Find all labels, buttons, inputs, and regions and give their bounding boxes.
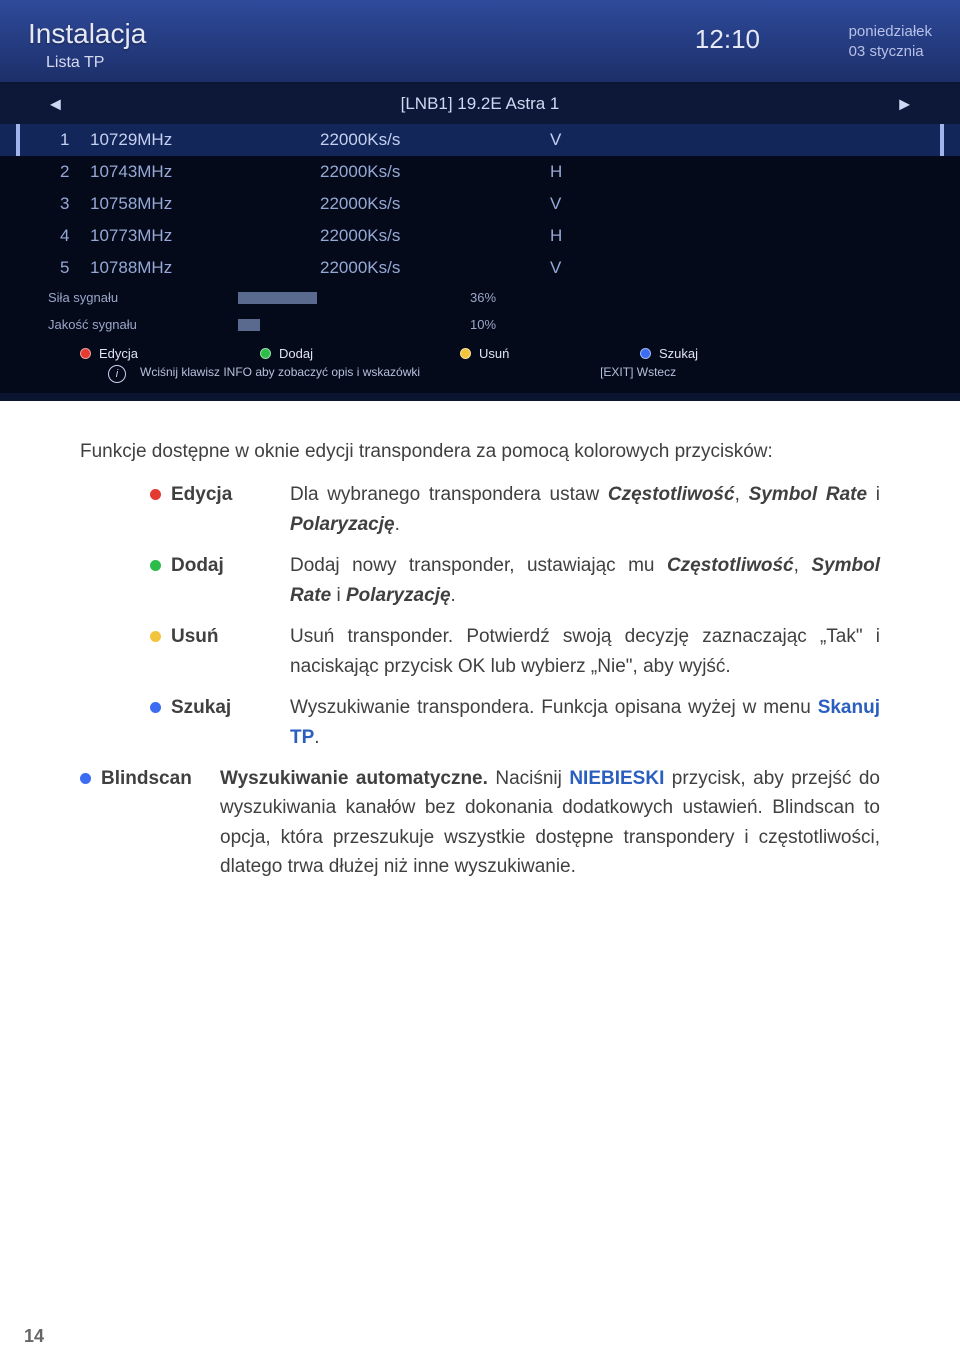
row-symbolrate: 22000Ks/s <box>320 194 550 214</box>
header-bar: Instalacja Lista TP 12:10 poniedziałek 0… <box>0 0 960 82</box>
arrow-left-icon[interactable]: ◀ <box>50 96 61 113</box>
func-edit-desc: Dla wybranego transpondera ustaw Częstot… <box>290 480 880 539</box>
row-index: 1 <box>30 130 90 150</box>
blue-dot-icon <box>150 702 161 713</box>
row-symbolrate: 22000Ks/s <box>320 226 550 246</box>
row-index: 5 <box>30 258 90 278</box>
blue-dot-icon <box>640 348 651 359</box>
signal-strength-bar <box>238 292 458 304</box>
table-row[interactable]: 110729MHz22000Ks/sV <box>0 124 960 156</box>
legend-blue[interactable]: Szukaj <box>640 346 698 361</box>
row-polarization: H <box>550 226 610 246</box>
page-title: Instalacja <box>28 18 146 50</box>
table-row[interactable]: 310758MHz22000Ks/sV <box>0 188 960 220</box>
exit-hint: [EXIT] Wstecz <box>600 365 676 383</box>
row-symbolrate: 22000Ks/s <box>320 258 550 278</box>
legend-red[interactable]: Edycja <box>80 346 260 361</box>
arrow-right-icon[interactable]: ▶ <box>899 96 910 113</box>
page-number: 14 <box>24 1326 44 1347</box>
legend-green[interactable]: Dodaj <box>260 346 460 361</box>
row-index: 3 <box>30 194 90 214</box>
color-legend: Edycja Dodaj Usuń Szukaj <box>0 338 960 363</box>
clock: 12:10 <box>695 24 760 55</box>
signal-quality-bar <box>238 319 458 331</box>
row-polarization: V <box>550 130 610 150</box>
row-polarization: H <box>550 162 610 182</box>
row-polarization: V <box>550 194 610 214</box>
func-edit: Edycja Dla wybranego transpondera ustaw … <box>150 480 880 539</box>
legend-yellow[interactable]: Usuń <box>460 346 640 361</box>
green-dot-icon <box>150 560 161 571</box>
row-index: 2 <box>30 162 90 182</box>
signal-quality-label: Jakość sygnału <box>48 317 238 332</box>
signal-quality-value: 10% <box>470 317 496 332</box>
tv-screenshot: Instalacja Lista TP 12:10 poniedziałek 0… <box>0 0 960 401</box>
red-dot-icon <box>80 348 91 359</box>
lnb-selector[interactable]: ◀ [LNB1] 19.2E Astra 1 ▶ <box>0 84 960 124</box>
yellow-dot-icon <box>460 348 471 359</box>
row-frequency: 10788MHz <box>90 258 320 278</box>
hint-text: Wciśnij klawisz INFO aby zobaczyć opis i… <box>140 365 420 383</box>
info-icon[interactable]: i <box>108 365 126 383</box>
func-blindscan: Blindscan Wyszukiwanie automatyczne. Nac… <box>80 764 880 882</box>
row-symbolrate: 22000Ks/s <box>320 130 550 150</box>
row-frequency: 10743MHz <box>90 162 320 182</box>
func-delete: Usuń Usuń transponder. Potwierdź swoją d… <box>150 622 880 681</box>
blue-dot-icon <box>80 773 91 784</box>
yellow-dot-icon <box>150 631 161 642</box>
func-blindscan-desc: Wyszukiwanie automatyczne. Naciśnij NIEB… <box>220 764 880 882</box>
func-delete-desc: Usuń transponder. Potwierdź swoją decyzj… <box>290 622 880 681</box>
table-row[interactable]: 210743MHz22000Ks/sH <box>0 156 960 188</box>
signal-strength-label: Siła sygnału <box>48 290 238 305</box>
row-frequency: 10758MHz <box>90 194 320 214</box>
date-day: poniedziałek <box>849 22 932 42</box>
article-body: Funkcje dostępne w oknie edycji transpon… <box>0 401 960 954</box>
list-body: ◀ [LNB1] 19.2E Astra 1 ▶ 110729MHz22000K… <box>0 84 960 393</box>
row-symbolrate: 22000Ks/s <box>320 162 550 182</box>
signal-quality-row: Jakość sygnału 10% <box>0 311 960 338</box>
red-dot-icon <box>150 489 161 500</box>
func-add-desc: Dodaj nowy transponder, ustawiając mu Cz… <box>290 551 880 610</box>
page-subtitle: Lista TP <box>46 54 146 72</box>
green-dot-icon <box>260 348 271 359</box>
row-index: 4 <box>30 226 90 246</box>
signal-strength-row: Siła sygnału 36% <box>0 284 960 311</box>
date-date: 03 stycznia <box>849 42 932 62</box>
article-intro: Funkcje dostępne w oknie edycji transpon… <box>80 437 880 466</box>
table-row[interactable]: 510788MHz22000Ks/sV <box>0 252 960 284</box>
row-polarization: V <box>550 258 610 278</box>
date-display: poniedziałek 03 stycznia <box>849 22 932 61</box>
func-search-desc: Wyszukiwanie transpondera. Funkcja opisa… <box>290 693 880 752</box>
signal-strength-value: 36% <box>470 290 496 305</box>
table-row[interactable]: 410773MHz22000Ks/sH <box>0 220 960 252</box>
hint-row: i Wciśnij klawisz INFO aby zobaczyć opis… <box>0 363 960 393</box>
func-add: Dodaj Dodaj nowy transponder, ustawiając… <box>150 551 880 610</box>
row-frequency: 10729MHz <box>90 130 320 150</box>
row-frequency: 10773MHz <box>90 226 320 246</box>
lnb-label: [LNB1] 19.2E Astra 1 <box>401 94 560 113</box>
func-search: Szukaj Wyszukiwanie transpondera. Funkcj… <box>150 693 880 752</box>
